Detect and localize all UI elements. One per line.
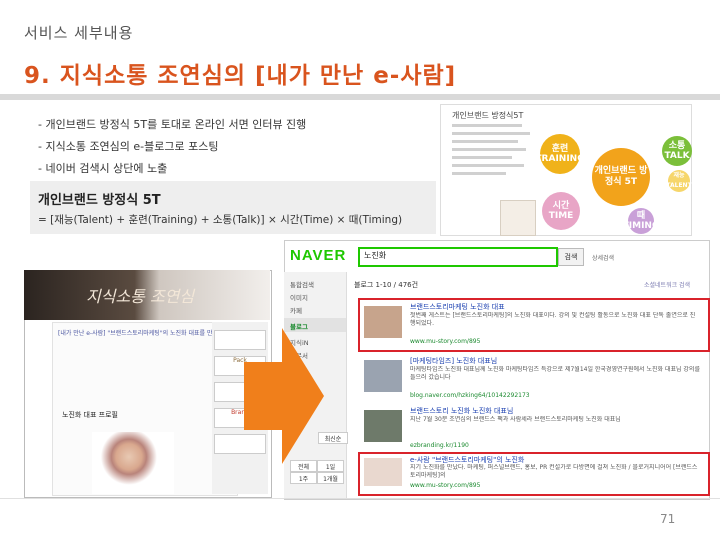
result-thumbnail bbox=[364, 410, 402, 442]
result-title[interactable]: [마케팅타임즈] 노진화 대표님 bbox=[410, 356, 497, 366]
results-header: 블로그 1-10 / 476건 bbox=[354, 281, 419, 289]
center-circle: 개인브랜드 방정식 5T bbox=[592, 148, 650, 206]
result-description: 마케팅타임즈 노진화 대표님께 노진화 마케팅타임즈 특강으로 제7월14일 한… bbox=[410, 366, 700, 381]
result-title[interactable]: 브랜드스토리마케팅 노진화 대표 bbox=[410, 302, 505, 312]
blog-post-text: [내가 만난 e-사람] "브랜드스토리마케팅"의 노진화 대표를 만났다 bbox=[58, 330, 224, 337]
result-description: 지난 7월 30분 조연심의 브랜드스 팩과 사람세라 브랜드스토리마케팅 노진… bbox=[410, 416, 621, 423]
training-circle: 훈련 TRAINING bbox=[535, 134, 585, 174]
thumbnail-text-line bbox=[452, 148, 526, 151]
search-input[interactable] bbox=[358, 247, 558, 267]
date-filter: 전체 1일 1주 1개월 bbox=[290, 460, 344, 494]
header-divider bbox=[0, 94, 720, 100]
result-thumbnail bbox=[364, 458, 402, 486]
search-query: 노진화 bbox=[364, 251, 387, 260]
right-arrow-icon bbox=[244, 328, 324, 464]
formula-heading: 개인브랜드 방정식 5T bbox=[38, 193, 161, 208]
result-title[interactable]: 브랜드스토리 노진화 노진화 대표님 bbox=[410, 406, 513, 416]
thumbnail-text-line bbox=[452, 164, 524, 167]
nav-item-image[interactable]: 이미지 bbox=[290, 292, 308, 302]
bullet-item: - 개인브랜드 방정식 5T를 토대로 온라인 서면 인터뷰 진행 bbox=[38, 118, 307, 131]
thumbnail-text-line bbox=[452, 140, 518, 143]
naver-logo: NAVER bbox=[290, 247, 347, 264]
bullet-item: - 네이버 검색시 상단에 노출 bbox=[38, 162, 168, 175]
blog-logo: 지식소통 조연심 bbox=[86, 287, 195, 306]
result-description: 첫번째 게스트는 [브랜드스토리마케팅]의 노진화 대표이다. 강의 및 컨설팅… bbox=[410, 312, 696, 327]
result-description: 지기 노진화를 만났다. 마케팅, 퍼스널브랜드, 홍보, PR 컨설가로 다방… bbox=[410, 464, 698, 479]
filter-1month[interactable]: 1개월 bbox=[317, 472, 344, 484]
thumbnail-text-line bbox=[452, 172, 506, 175]
result-url[interactable]: ezbranding.kr/1190 bbox=[410, 442, 469, 449]
result-url[interactable]: www.mu-story.com/895 bbox=[410, 482, 480, 489]
formula-equation: = [재능(Talent) + 훈련(Training) + 소통(Talk)]… bbox=[38, 214, 403, 226]
result-url[interactable]: blog.naver.com/hzking64/10142292173 bbox=[410, 392, 530, 399]
thumbnail-text-line bbox=[452, 156, 512, 159]
result-thumbnail bbox=[364, 306, 402, 338]
nav-item-cafe[interactable]: 카페 bbox=[290, 305, 302, 315]
section-label: 서비스 세부내용 bbox=[24, 24, 134, 42]
nav-item-all[interactable]: 통합검색 bbox=[290, 279, 314, 289]
filter-1week[interactable]: 1주 bbox=[290, 472, 317, 484]
book-cover-image bbox=[500, 200, 536, 236]
time-circle: 시간 TIME bbox=[542, 192, 580, 230]
timing-circle: 때 TIMING bbox=[623, 208, 659, 234]
social-search-link[interactable]: 소셜네트워크 검색 bbox=[644, 280, 690, 289]
footer-divider bbox=[0, 498, 720, 499]
thumbnail-title: 개인브랜드 방정식5T bbox=[452, 111, 524, 120]
profile-photo bbox=[92, 432, 174, 494]
thumbnail-text-line bbox=[452, 132, 530, 135]
slide-title: 9. 지식소통 조연심의 [내가 만난 e-사람] bbox=[24, 63, 457, 89]
page-number: 71 bbox=[660, 512, 676, 526]
bullet-item: - 지식소통 조연심의 e-블로그로 포스팅 bbox=[38, 140, 219, 153]
thumbnail-text-line bbox=[452, 124, 522, 127]
detail-search-link[interactable]: 상세검색 bbox=[592, 253, 614, 262]
result-thumbnail bbox=[364, 360, 402, 392]
result-url[interactable]: www.mu-story.com/895 bbox=[410, 338, 480, 345]
talk-circle: 소통 TALK bbox=[662, 136, 692, 166]
search-button[interactable]: 검색 bbox=[558, 248, 584, 266]
talent-circle: 재능 TALENT bbox=[666, 170, 692, 192]
blog-caption: 노진화 대표 프로필 bbox=[62, 411, 118, 419]
